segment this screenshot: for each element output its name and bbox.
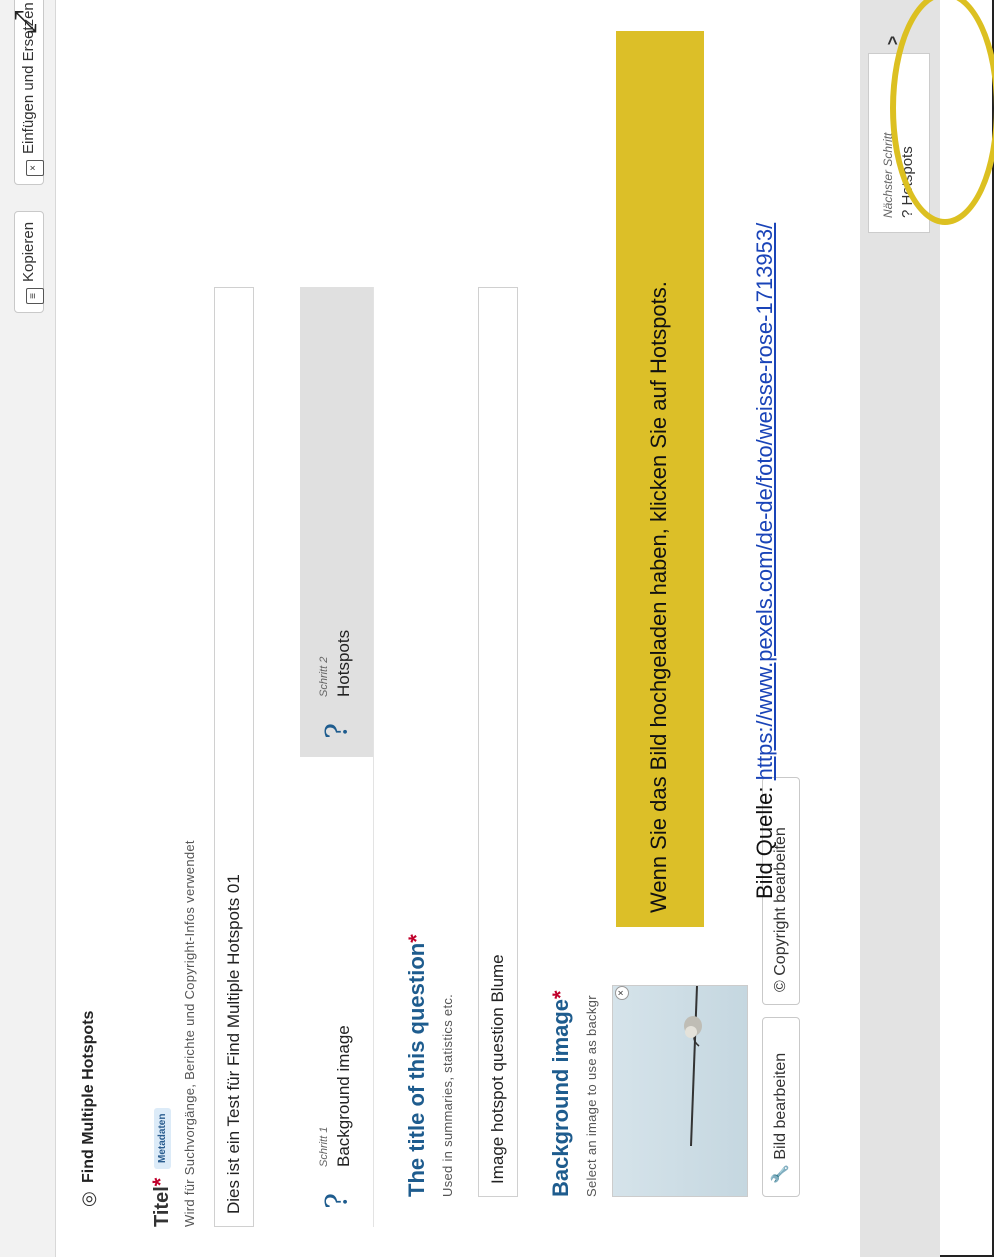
instruction-note: Wenn Sie das Bild hochgeladen haben, kli… xyxy=(616,31,704,927)
rose-image xyxy=(684,985,702,1147)
image-source-link[interactable]: https://www.pexels.com/de-de/foto/weisse… xyxy=(752,223,777,781)
tab-step-name: Background image xyxy=(334,1025,353,1167)
image-source: Bild Quelle: https://www.pexels.com/de-d… xyxy=(752,222,777,899)
question-title-hint: Used in summaries, statistics etc. xyxy=(440,993,455,1197)
highlight-ellipse xyxy=(890,0,994,225)
paste-icon: × xyxy=(26,160,44,176)
fullscreen-expand-icon[interactable]: ⤢ xyxy=(6,2,46,42)
wrench-icon: 🔧 xyxy=(772,1164,789,1184)
question-mark-icon: ? xyxy=(320,1192,355,1209)
content-editor: ◎ Find Multiple Hotspots Titel* Metadate… xyxy=(56,0,940,1257)
background-image-label: Background image* xyxy=(548,990,573,1197)
metadata-badge[interactable]: Metadaten xyxy=(154,1107,171,1169)
rotated-page: ≡Kopieren ×Einfügen und Ersetzen ⤢ ◎ Fin… xyxy=(0,0,994,1257)
question-title-input[interactable]: Image hotspot question Blume xyxy=(478,287,518,1197)
question-title-label: The title of this question* xyxy=(404,934,429,1197)
copyright-icon: © xyxy=(772,980,789,992)
background-image-thumbnail: × xyxy=(612,985,748,1197)
tab-step-label: Schritt 2 xyxy=(318,656,330,697)
editor-toolbar: ≡Kopieren ×Einfügen und Ersetzen xyxy=(0,0,56,1257)
copy-button[interactable]: ≡ Kopieren xyxy=(14,210,44,313)
copy-button-label: Kopieren xyxy=(20,221,37,282)
tab-step-label: Schritt 1 xyxy=(318,1126,330,1167)
step-tabs: ? Schritt 1 Background image ? Schritt 2… xyxy=(300,287,374,1227)
tab-hotspots[interactable]: ? Schritt 2 Hotspots xyxy=(300,287,374,757)
remove-image-icon[interactable]: × xyxy=(615,986,629,1000)
question-mark-icon: ? xyxy=(320,722,355,739)
content-type-title: Find Multiple Hotspots xyxy=(80,1010,97,1183)
tab-background-image[interactable]: ? Schritt 1 Background image xyxy=(300,757,374,1227)
edit-image-button[interactable]: 🔧 Bild bearbeiten xyxy=(762,1017,800,1197)
tab-step-name: Hotspots xyxy=(334,629,353,697)
title-label: Titel* xyxy=(148,1177,173,1227)
background-image-hint: Select an image to use as backgr xyxy=(584,995,599,1197)
title-input[interactable]: Dies ist ein Test für Find Multiple Hots… xyxy=(214,287,254,1227)
instruction-text: Wenn Sie das Bild hochgeladen haben, kli… xyxy=(646,281,671,913)
copy-icon: ≡ xyxy=(26,288,44,304)
title-hint: Wird für Suchvorgänge, Berichte und Copy… xyxy=(182,840,197,1227)
content-type-icon: ◎ xyxy=(78,1191,98,1207)
